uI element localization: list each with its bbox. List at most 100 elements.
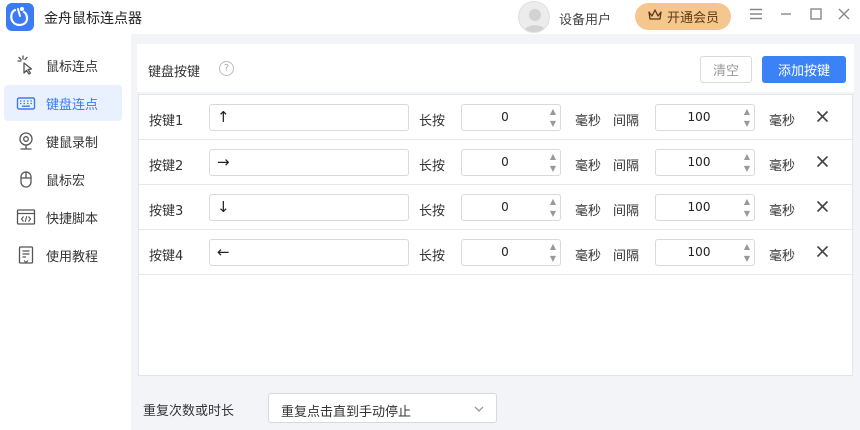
key-input[interactable]: ↑ (209, 104, 409, 131)
close-icon (816, 245, 829, 262)
chevron-up-icon[interactable]: ▲ (548, 196, 558, 207)
unit-label: 毫秒 (769, 114, 796, 129)
sidebar-item-label: 键盘连点 (46, 97, 99, 113)
sidebar-item-label: 鼠标宏 (46, 173, 86, 189)
question-mark-icon[interactable]: ? (219, 61, 234, 76)
repeat-mode-value: 重复点击直到手动停止 (281, 405, 412, 420)
code-window-icon (16, 207, 36, 227)
unit-label: 毫秒 (575, 159, 602, 174)
hold-label: 长按 (419, 204, 446, 219)
delete-key-button[interactable] (812, 153, 832, 173)
chevron-down-icon[interactable]: ▼ (742, 163, 752, 174)
close-icon (816, 155, 829, 172)
key-row-label: 按键1 (149, 114, 184, 129)
hold-duration-stepper[interactable]: 0 ▲ ▼ (461, 194, 561, 221)
chevron-down-icon[interactable]: ▼ (548, 253, 558, 264)
sidebar: 鼠标连点 键盘连点 键鼠录制 鼠标宏 快捷脚本 使用教程 (0, 34, 131, 430)
chevron-up-icon[interactable]: ▲ (742, 151, 752, 162)
vip-label: 开通会员 (666, 11, 719, 26)
key-input[interactable]: ← (209, 239, 409, 266)
hold-label: 长按 (419, 114, 446, 129)
chevron-down-icon[interactable]: ▼ (742, 118, 752, 129)
unit-label: 毫秒 (769, 204, 796, 219)
sidebar-item-mouse-clicker[interactable]: 鼠标连点 (4, 47, 122, 83)
avatar[interactable] (518, 1, 550, 33)
delete-key-button[interactable] (812, 243, 832, 263)
chevron-up-icon[interactable]: ▲ (742, 241, 752, 252)
interval-label: 间隔 (613, 114, 640, 129)
unit-label: 毫秒 (575, 249, 602, 264)
chevron-up-icon[interactable]: ▲ (742, 106, 752, 117)
unit-label: 毫秒 (575, 204, 602, 219)
hold-duration-value[interactable]: 0 (462, 195, 548, 220)
repeat-mode-select[interactable]: 重复点击直到手动停止 (268, 393, 497, 423)
key-list: 按键1 ↑ 长按 0 ▲ ▼ 毫秒 间隔 100 ▲ ▼ 毫秒 按键2 → 长按… (138, 94, 853, 376)
hold-duration-value[interactable]: 0 (462, 150, 548, 175)
user-name[interactable]: 设备用户 (559, 9, 611, 28)
chevron-down-icon (472, 402, 486, 416)
maximize-button[interactable] (806, 6, 826, 26)
interval-stepper[interactable]: 100 ▲ ▼ (655, 149, 755, 176)
interval-value[interactable]: 100 (656, 105, 742, 130)
keyboard-icon (16, 93, 36, 113)
sidebar-item-quick-script[interactable]: 快捷脚本 (4, 199, 122, 235)
minimize-icon (780, 8, 792, 24)
hamburger-menu-icon (749, 8, 763, 24)
sidebar-item-label: 鼠标连点 (46, 59, 99, 75)
sidebar-item-mouse-macro[interactable]: 鼠标宏 (4, 161, 122, 197)
chevron-down-icon[interactable]: ▼ (548, 163, 558, 174)
hold-label: 长按 (419, 159, 446, 174)
interval-stepper[interactable]: 100 ▲ ▼ (655, 239, 755, 266)
sidebar-item-tutorial[interactable]: 使用教程 (4, 237, 122, 273)
table-row: 按键4 ← 长按 0 ▲ ▼ 毫秒 间隔 100 ▲ ▼ 毫秒 (139, 230, 852, 275)
vip-button[interactable]: 开通会员 (635, 3, 731, 30)
minimize-button[interactable] (776, 6, 796, 26)
close-window-button[interactable] (834, 6, 854, 26)
chevron-down-icon[interactable]: ▼ (548, 208, 558, 219)
sidebar-item-recording[interactable]: 键鼠录制 (4, 123, 122, 159)
app-logo-icon (6, 3, 34, 31)
interval-stepper[interactable]: 100 ▲ ▼ (655, 194, 755, 221)
hold-duration-value[interactable]: 0 (462, 240, 548, 265)
chevron-down-icon[interactable]: ▼ (742, 208, 752, 219)
unit-label: 毫秒 (769, 159, 796, 174)
interval-value[interactable]: 100 (656, 240, 742, 265)
section-title: 键盘按键 (148, 65, 201, 80)
chevron-up-icon[interactable]: ▲ (548, 151, 558, 162)
tutorial-doc-icon (16, 245, 36, 265)
delete-key-button[interactable] (812, 108, 832, 128)
clear-button[interactable]: 清空 (700, 56, 752, 83)
table-row: 按键1 ↑ 长按 0 ▲ ▼ 毫秒 间隔 100 ▲ ▼ 毫秒 (139, 95, 852, 140)
interval-label: 间隔 (613, 159, 640, 174)
interval-label: 间隔 (613, 249, 640, 264)
delete-key-button[interactable] (812, 198, 832, 218)
close-icon (838, 8, 850, 24)
title-bar: 金舟鼠标连点器 设备用户 开通会员 (0, 0, 860, 34)
hold-duration-stepper[interactable]: 0 ▲ ▼ (461, 149, 561, 176)
sidebar-item-keyboard-clicker[interactable]: 键盘连点 (4, 85, 122, 121)
sidebar-item-label: 使用教程 (46, 249, 99, 265)
table-row: 按键3 ↓ 长按 0 ▲ ▼ 毫秒 间隔 100 ▲ ▼ 毫秒 (139, 185, 852, 230)
chevron-down-icon[interactable]: ▼ (548, 118, 558, 129)
key-input[interactable]: → (209, 149, 409, 176)
menu-button[interactable] (746, 6, 766, 26)
interval-stepper[interactable]: 100 ▲ ▼ (655, 104, 755, 131)
interval-value[interactable]: 100 (656, 150, 742, 175)
hold-duration-value[interactable]: 0 (462, 105, 548, 130)
chevron-up-icon[interactable]: ▲ (548, 241, 558, 252)
key-row-label: 按键4 (149, 249, 184, 264)
hold-duration-stepper[interactable]: 0 ▲ ▼ (461, 239, 561, 266)
keyboard-keys-header: 键盘按键 ? 清空 添加按键 (137, 44, 854, 92)
chevron-down-icon[interactable]: ▼ (742, 253, 752, 264)
mouse-icon (16, 169, 36, 189)
hold-duration-stepper[interactable]: 0 ▲ ▼ (461, 104, 561, 131)
chevron-up-icon[interactable]: ▲ (548, 106, 558, 117)
table-row: 按键2 → 长按 0 ▲ ▼ 毫秒 间隔 100 ▲ ▼ 毫秒 (139, 140, 852, 185)
key-input[interactable]: ↓ (209, 194, 409, 221)
interval-value[interactable]: 100 (656, 195, 742, 220)
chevron-up-icon[interactable]: ▲ (742, 196, 752, 207)
cursor-click-icon (16, 55, 36, 75)
add-key-button[interactable]: 添加按键 (762, 56, 846, 83)
webcam-icon (16, 131, 36, 151)
sidebar-item-label: 键鼠录制 (46, 135, 99, 151)
